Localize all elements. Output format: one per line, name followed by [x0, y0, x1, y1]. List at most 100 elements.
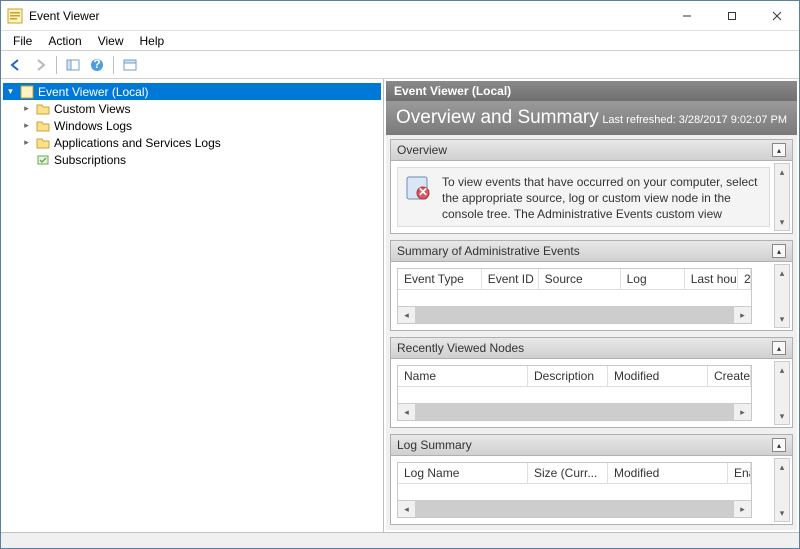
- section-header-logsummary[interactable]: Log Summary ▴: [391, 435, 792, 456]
- eventviewer-icon: [19, 84, 35, 100]
- col-enabled[interactable]: Enabled: [728, 463, 751, 483]
- scroll-left-icon[interactable]: ◂: [398, 501, 415, 517]
- section-title: Log Summary: [397, 438, 472, 452]
- forward-button[interactable]: [29, 54, 51, 76]
- svg-text:✕: ✕: [418, 185, 428, 199]
- menu-help[interactable]: Help: [132, 32, 173, 50]
- close-button[interactable]: [754, 1, 799, 30]
- console-tree[interactable]: ▾ Event Viewer (Local) ▸ Custom Views ▸ …: [1, 79, 384, 532]
- menu-action[interactable]: Action: [40, 32, 89, 50]
- scroll-right-icon[interactable]: ▸: [734, 404, 751, 420]
- collapse-icon[interactable]: ▴: [772, 341, 786, 355]
- scroll-down-icon[interactable]: ▾: [775, 408, 789, 424]
- menu-bar: File Action View Help: [1, 31, 799, 51]
- body-split: ▾ Event Viewer (Local) ▸ Custom Views ▸ …: [1, 79, 799, 532]
- col-more[interactable]: 2: [738, 269, 751, 289]
- summary-table[interactable]: Event Type Event ID Source Log Last hour…: [397, 268, 752, 324]
- properties-button[interactable]: [119, 54, 141, 76]
- logsummary-table[interactable]: Log Name Size (Curr... Modified Enabled …: [397, 462, 752, 518]
- tree-item-windows-logs[interactable]: ▸ Windows Logs: [3, 117, 381, 134]
- scroll-down-icon[interactable]: ▾: [775, 214, 789, 230]
- vertical-scrollbar[interactable]: ▴▾: [774, 163, 790, 231]
- expand-icon[interactable]: ▸: [21, 137, 32, 148]
- section-header-recent[interactable]: Recently Viewed Nodes ▴: [391, 338, 792, 359]
- horizontal-scrollbar[interactable]: ◂▸: [398, 306, 751, 323]
- col-size[interactable]: Size (Curr...: [528, 463, 608, 483]
- tree-item-subscriptions[interactable]: Subscriptions: [3, 151, 381, 168]
- scroll-up-icon[interactable]: ▴: [775, 265, 789, 281]
- col-last-hour[interactable]: Last hour: [685, 269, 738, 289]
- col-event-type[interactable]: Event Type: [398, 269, 482, 289]
- details-pane: Event Viewer (Local) Overview and Summar…: [384, 79, 799, 532]
- tree-item-label: Windows Logs: [54, 119, 132, 133]
- tree-root[interactable]: ▾ Event Viewer (Local): [3, 83, 381, 100]
- tree-item-label: Applications and Services Logs: [54, 136, 221, 150]
- col-log[interactable]: Log: [621, 269, 685, 289]
- horizontal-scrollbar[interactable]: ◂▸: [398, 500, 751, 517]
- section-title: Recently Viewed Nodes: [397, 341, 524, 355]
- tree-item-custom-views[interactable]: ▸ Custom Views: [3, 100, 381, 117]
- last-refreshed: Last refreshed: 3/28/2017 9:02:07 PM: [602, 114, 787, 126]
- section-logsummary: Log Summary ▴ Log Name Size (Curr... Mod…: [390, 434, 793, 525]
- scroll-down-icon[interactable]: ▾: [775, 311, 789, 327]
- section-summary: Summary of Administrative Events ▴ Event…: [390, 240, 793, 331]
- toolbar-separator: [56, 56, 57, 74]
- folder-icon: [35, 118, 51, 134]
- help-button[interactable]: ?: [86, 54, 108, 76]
- collapse-icon[interactable]: ▴: [772, 438, 786, 452]
- scroll-right-icon[interactable]: ▸: [734, 501, 751, 517]
- scroll-up-icon[interactable]: ▴: [775, 164, 789, 180]
- scroll-down-icon[interactable]: ▾: [775, 505, 789, 521]
- tree-item-label: Subscriptions: [54, 153, 126, 167]
- col-created[interactable]: Created: [708, 366, 751, 386]
- col-log-name[interactable]: Log Name: [398, 463, 528, 483]
- table-row[interactable]: [398, 387, 751, 403]
- toolbar: ?: [1, 51, 799, 79]
- table-row[interactable]: [398, 484, 751, 500]
- collapse-icon[interactable]: ▾: [5, 86, 16, 97]
- menu-file[interactable]: File: [5, 32, 40, 50]
- tree-root-label: Event Viewer (Local): [38, 85, 149, 99]
- scroll-up-icon[interactable]: ▴: [775, 459, 789, 475]
- scroll-left-icon[interactable]: ◂: [398, 404, 415, 420]
- expand-icon[interactable]: ▸: [21, 103, 32, 114]
- table-row[interactable]: [398, 290, 751, 306]
- col-event-id[interactable]: Event ID: [482, 269, 539, 289]
- maximize-button[interactable]: [709, 1, 754, 30]
- vertical-scrollbar[interactable]: ▴▾: [774, 264, 790, 328]
- col-source[interactable]: Source: [539, 269, 621, 289]
- scroll-left-icon[interactable]: ◂: [398, 307, 415, 323]
- section-header-overview[interactable]: Overview ▴: [391, 140, 792, 161]
- col-description[interactable]: Description: [528, 366, 608, 386]
- folder-icon: [35, 135, 51, 151]
- tree-item-app-services-logs[interactable]: ▸ Applications and Services Logs: [3, 134, 381, 151]
- back-button[interactable]: [5, 54, 27, 76]
- minimize-button[interactable]: [664, 1, 709, 30]
- col-modified[interactable]: Modified: [608, 366, 708, 386]
- expand-icon[interactable]: ▸: [21, 120, 32, 131]
- vertical-scrollbar[interactable]: ▴▾: [774, 361, 790, 425]
- collapse-icon[interactable]: ▴: [772, 244, 786, 258]
- show-hide-tree-button[interactable]: [62, 54, 84, 76]
- svg-text:?: ?: [93, 58, 100, 71]
- recent-table[interactable]: Name Description Modified Created ◂▸: [397, 365, 752, 421]
- col-modified[interactable]: Modified: [608, 463, 728, 483]
- section-recent: Recently Viewed Nodes ▴ Name Description…: [390, 337, 793, 428]
- vertical-scrollbar[interactable]: ▴▾: [774, 458, 790, 522]
- title-bar: Event Viewer: [1, 1, 799, 31]
- table-header: Name Description Modified Created: [398, 366, 751, 387]
- col-name[interactable]: Name: [398, 366, 528, 386]
- section-header-summary[interactable]: Summary of Administrative Events ▴: [391, 241, 792, 262]
- content-area[interactable]: Overview ▴ ✕ To view events that have oc…: [386, 135, 797, 530]
- overview-text: To view events that have occurred on you…: [442, 174, 763, 220]
- scroll-up-icon[interactable]: ▴: [775, 362, 789, 378]
- folder-filter-icon: [35, 101, 51, 117]
- menu-view[interactable]: View: [90, 32, 132, 50]
- overview-box: ✕ To view events that have occurred on y…: [397, 167, 770, 227]
- app-icon: [7, 8, 23, 24]
- section-overview: Overview ▴ ✕ To view events that have oc…: [390, 139, 793, 234]
- horizontal-scrollbar[interactable]: ◂▸: [398, 403, 751, 420]
- expand-spacer: [21, 154, 32, 165]
- collapse-icon[interactable]: ▴: [772, 143, 786, 157]
- scroll-right-icon[interactable]: ▸: [734, 307, 751, 323]
